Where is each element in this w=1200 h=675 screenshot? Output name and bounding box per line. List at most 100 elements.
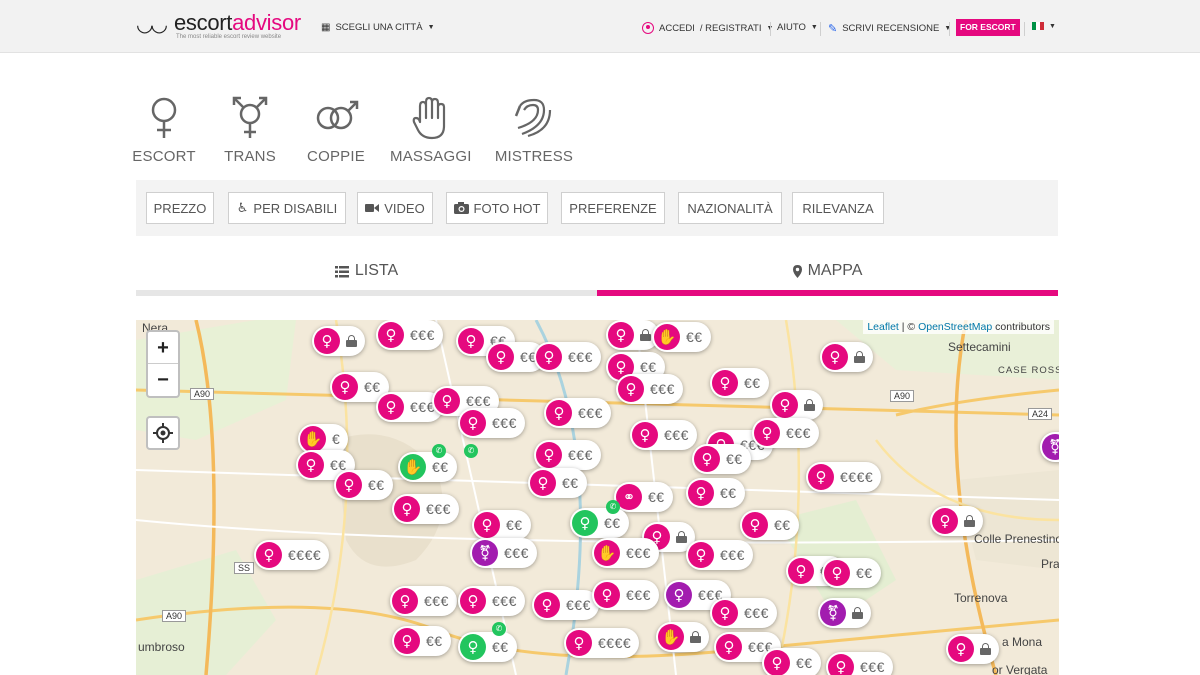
trans-icon: ⚧ — [1042, 434, 1059, 460]
map-marker[interactable]: ⚧ €€€ — [470, 538, 537, 568]
video-icon — [365, 203, 380, 213]
locate-button[interactable] — [146, 416, 180, 450]
map-marker[interactable]: ♀€€€ — [686, 540, 753, 570]
female-icon: ♀ — [618, 376, 644, 402]
map-marker[interactable]: ♀€€€ — [630, 420, 697, 450]
map-marker[interactable]: ♀€€ — [762, 648, 821, 675]
filter-label: VIDEO — [384, 200, 425, 216]
map-marker[interactable]: ♀€€€ — [376, 320, 443, 350]
filter-hot-photo-button[interactable]: FOTO HOT — [446, 192, 548, 224]
divider — [820, 22, 821, 36]
category-coppie[interactable]: COPPIE — [304, 96, 368, 165]
filter-preferences-button[interactable]: PREFERENZE — [561, 192, 665, 224]
map-marker[interactable]: ♀€€ — [740, 510, 799, 540]
category-label: MISTRESS — [494, 148, 574, 165]
map-marker[interactable]: ♀€€€ — [458, 586, 525, 616]
female-icon: ♀ — [488, 344, 514, 370]
map-marker[interactable]: ♀€€ — [334, 470, 393, 500]
map-marker[interactable]: ⚧ — [818, 598, 871, 628]
category-massaggi[interactable]: MASSAGGI — [390, 96, 471, 165]
map-marker[interactable]: ♀ — [930, 506, 983, 536]
category-trans[interactable]: TRANS — [220, 96, 280, 165]
map-marker[interactable]: ♀ — [770, 390, 823, 420]
map-marker[interactable]: ⚭ €€ — [614, 482, 673, 512]
female-icon — [132, 96, 196, 140]
map-marker[interactable]: ♀ — [820, 342, 873, 372]
site-logo[interactable]: ◡◡ escortadvisor The most reliable escor… — [136, 12, 311, 42]
map-marker[interactable]: ✋ €€ — [652, 322, 711, 352]
lock-icon — [690, 631, 701, 643]
female-icon: ♀ — [754, 420, 780, 446]
female-icon: ♀ — [948, 636, 974, 662]
zoom-out-button[interactable]: − — [148, 364, 178, 396]
map-marker[interactable]: ♀€€€ — [826, 652, 893, 675]
map-marker[interactable]: ♀€€€ — [710, 598, 777, 628]
female-icon: ♀ — [298, 452, 324, 478]
help-menu[interactable]: AIUTO ▼ — [777, 22, 818, 33]
map-marker[interactable]: ♀ — [312, 326, 365, 356]
map-marker[interactable]: ♀€€ — [458, 632, 517, 662]
category-escort[interactable]: ESCORT — [132, 96, 196, 165]
chevron-down-icon: ▼ — [427, 24, 435, 31]
map-marker[interactable]: ♀ €€€€ — [254, 540, 330, 570]
map-place-label: Torrenova — [954, 591, 1008, 605]
map-marker[interactable]: ♀€€€ — [532, 590, 599, 620]
login-link[interactable]: ACCEDI — [659, 23, 695, 34]
zoom-in-button[interactable]: + — [148, 332, 178, 364]
map-marker[interactable]: ♀€€€ — [392, 494, 459, 524]
map-place-label: CASE ROSS — [998, 365, 1059, 376]
map-marker[interactable]: ♀€€€ — [534, 342, 601, 372]
map-marker[interactable]: ♀€€€ — [534, 440, 601, 470]
map-marker[interactable]: ♀€€ — [472, 510, 531, 540]
map-marker[interactable]: ♀€€€ — [592, 580, 659, 610]
lock-icon — [854, 351, 865, 363]
map-marker[interactable]: ♀€€ — [710, 368, 769, 398]
map-marker[interactable]: ♀ €€€€ — [806, 462, 882, 492]
female-icon: ♀ — [536, 344, 562, 370]
leaflet-link[interactable]: Leaflet — [867, 321, 899, 333]
filter-video-button[interactable]: VIDEO — [357, 192, 433, 224]
female-icon: ♀ — [716, 634, 742, 660]
write-review-menu[interactable]: ✎ SCRIVI RECENSIONE ▼ — [828, 22, 951, 35]
category-label: TRANS — [224, 148, 276, 165]
filter-disabled-button[interactable]: ♿ PER DISABILI — [228, 192, 346, 224]
map-marker[interactable]: ♀€€ — [686, 478, 745, 508]
map-marker[interactable]: ♀€€€ — [390, 586, 457, 616]
map-marker[interactable]: ♀ €€€€ — [564, 628, 640, 658]
map-place-label: or Vergata — [992, 663, 1048, 675]
female-icon: ♀ — [332, 374, 358, 400]
map-marker[interactable]: ♀€€€ — [616, 374, 683, 404]
map-marker[interactable]: ✋ €€ — [398, 452, 457, 482]
category-label: COPPIE — [307, 148, 365, 165]
map-marker[interactable]: ♀€€ — [822, 558, 881, 588]
female-icon: ♀ — [594, 582, 620, 608]
for-escort-button[interactable]: FOR ESCORT — [956, 19, 1020, 36]
map-marker[interactable]: ✋ €€€ — [592, 538, 659, 568]
filter-nationality-button[interactable]: NAZIONALITÀ — [678, 192, 782, 224]
wheelchair-icon: ♿ — [236, 200, 249, 216]
language-select[interactable]: ▼ — [1032, 22, 1056, 30]
map-place-label: Colle Prenestino — [974, 532, 1059, 546]
osm-link[interactable]: OpenStreetMap — [918, 321, 992, 333]
map-marker[interactable]: ♀€€ — [392, 626, 451, 656]
map-marker[interactable]: ♀€€ — [692, 444, 751, 474]
trans-icon — [220, 96, 280, 140]
login-menu[interactable]: ACCEDI / REGISTRATI ▼ — [642, 22, 773, 34]
map-view[interactable]: Nera Settecamini CASE ROSS Colle Prenest… — [136, 320, 1059, 675]
map-marker[interactable]: ♀€€ — [528, 468, 587, 498]
female-icon: ♀ — [460, 410, 486, 436]
map-marker[interactable]: ♀€€€ — [752, 418, 819, 448]
category-mistress[interactable]: MISTRESS — [494, 96, 574, 165]
category-label: ESCORT — [132, 148, 196, 165]
chevron-down-icon: ▼ — [810, 24, 818, 31]
map-marker[interactable]: ♀€€€ — [458, 408, 525, 438]
city-select[interactable]: ▦ SCEGLI UNA CITTÀ ▼ — [321, 22, 435, 33]
register-link[interactable]: / REGISTRATI — [700, 23, 762, 34]
map-marker[interactable]: ♀ — [946, 634, 999, 664]
map-place-label: umbroso — [138, 640, 185, 654]
filter-price-button[interactable]: PREZZO — [146, 192, 214, 224]
map-marker[interactable]: ✋ — [656, 622, 709, 652]
filter-relevance-button[interactable]: RILEVANZA — [792, 192, 884, 224]
map-marker[interactable]: ♀€€ — [570, 508, 629, 538]
map-marker[interactable]: ♀€€€ — [544, 398, 611, 428]
